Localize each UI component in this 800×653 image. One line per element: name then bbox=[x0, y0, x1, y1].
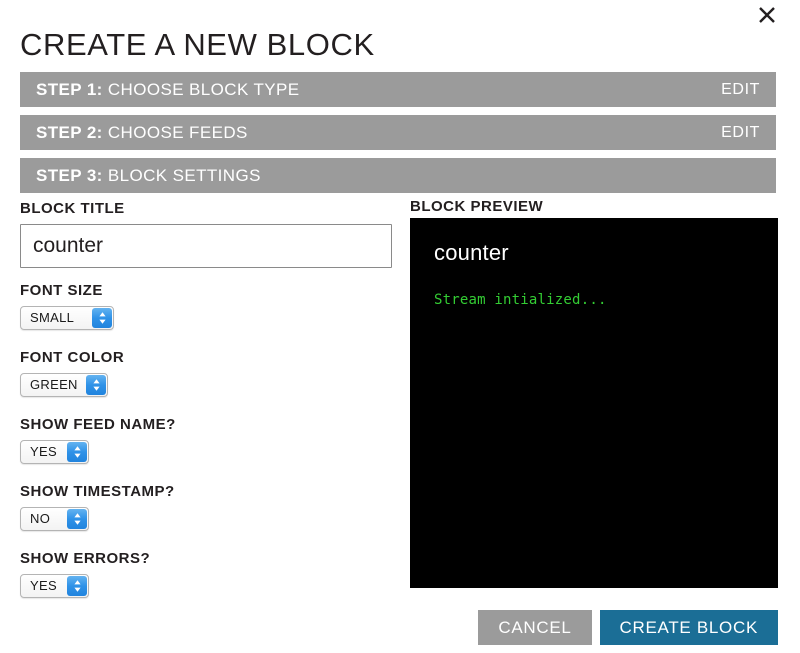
block-title-input[interactable] bbox=[20, 224, 392, 268]
field-show-timestamp: SHOW TIMESTAMP? NO bbox=[20, 483, 392, 536]
preview-stream-line: Stream intialized... bbox=[434, 292, 607, 308]
close-icon[interactable] bbox=[752, 0, 782, 30]
step-bar-3[interactable]: STEP 3: BLOCK SETTINGS bbox=[20, 158, 776, 193]
block-title-label: BLOCK TITLE bbox=[20, 200, 125, 217]
step-1-title: CHOOSE BLOCK TYPE bbox=[102, 79, 300, 99]
block-preview-screen: counter Stream intialized... bbox=[410, 218, 778, 588]
field-show-errors: SHOW ERRORS? YES bbox=[20, 550, 392, 603]
chevron-updown-icon bbox=[67, 576, 87, 596]
font-size-select[interactable]: SMALL bbox=[20, 306, 114, 330]
chevron-updown-icon bbox=[86, 375, 106, 395]
block-preview-panel: BLOCK PREVIEW counter Stream intialized.… bbox=[410, 198, 778, 588]
preview-block-title: counter bbox=[434, 240, 509, 265]
step-2-title: CHOOSE FEEDS bbox=[102, 122, 248, 142]
chevron-updown-icon bbox=[67, 509, 87, 529]
show-timestamp-label: SHOW TIMESTAMP? bbox=[20, 483, 175, 500]
show-timestamp-select[interactable]: NO bbox=[20, 507, 89, 531]
cancel-button[interactable]: CANCEL bbox=[478, 610, 592, 645]
steps-list: STEP 1: CHOOSE BLOCK TYPE EDIT STEP 2: C… bbox=[20, 72, 776, 201]
page-title: CREATE A NEW BLOCK bbox=[20, 26, 375, 62]
show-errors-label: SHOW ERRORS? bbox=[20, 550, 151, 567]
field-block-title: BLOCK TITLE bbox=[20, 200, 392, 268]
show-feed-name-label: SHOW FEED NAME? bbox=[20, 416, 176, 433]
step-3-label: STEP 3: BLOCK SETTINGS bbox=[36, 166, 261, 186]
step-1-edit-link[interactable]: EDIT bbox=[721, 81, 760, 99]
step-bar-2[interactable]: STEP 2: CHOOSE FEEDS EDIT bbox=[20, 115, 776, 150]
footer-actions: CANCEL CREATE BLOCK bbox=[478, 610, 778, 645]
step-1-number: STEP 1: bbox=[36, 79, 103, 99]
step-2-edit-link[interactable]: EDIT bbox=[721, 124, 760, 142]
step-1-label: STEP 1: CHOOSE BLOCK TYPE bbox=[36, 80, 300, 100]
block-settings-form: BLOCK TITLE FONT SIZE SMALL FONT COLOR G… bbox=[20, 200, 392, 617]
font-color-select[interactable]: GREEN bbox=[20, 373, 108, 397]
chevron-updown-icon bbox=[92, 308, 112, 328]
step-bar-1[interactable]: STEP 1: CHOOSE BLOCK TYPE EDIT bbox=[20, 72, 776, 107]
create-block-button[interactable]: CREATE BLOCK bbox=[599, 610, 778, 645]
field-show-feed-name: SHOW FEED NAME? YES bbox=[20, 416, 392, 469]
font-color-label: FONT COLOR bbox=[20, 349, 125, 366]
field-font-color: FONT COLOR GREEN bbox=[20, 349, 392, 402]
step-2-number: STEP 2: bbox=[36, 122, 103, 142]
step-3-number: STEP 3: bbox=[36, 165, 103, 185]
chevron-updown-icon bbox=[67, 442, 87, 462]
field-font-size: FONT SIZE SMALL bbox=[20, 282, 392, 335]
show-feed-name-select[interactable]: YES bbox=[20, 440, 89, 464]
step-2-label: STEP 2: CHOOSE FEEDS bbox=[36, 123, 248, 143]
font-size-label: FONT SIZE bbox=[20, 282, 103, 299]
block-preview-label: BLOCK PREVIEW bbox=[410, 198, 544, 215]
show-errors-select[interactable]: YES bbox=[20, 574, 89, 598]
step-3-title: BLOCK SETTINGS bbox=[102, 165, 261, 185]
